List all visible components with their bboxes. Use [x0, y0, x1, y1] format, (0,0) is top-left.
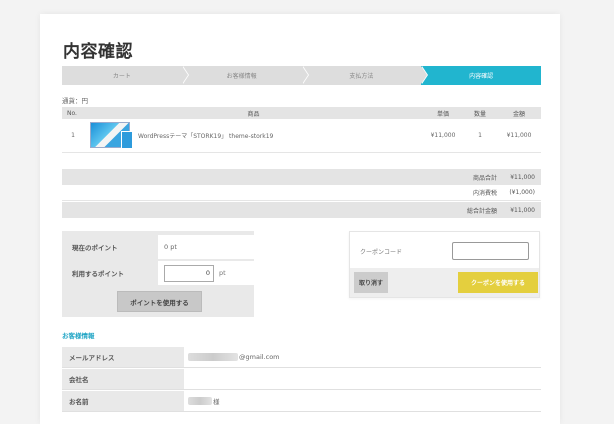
- coupon-cancel-button[interactable]: 取り消す: [354, 272, 388, 293]
- step-customer-info: お客様情報: [181, 66, 309, 85]
- tax-label: 内消費税: [472, 190, 497, 197]
- checkout-steps: カート お客様情報 支払方法 内容確認: [62, 66, 541, 85]
- customer-info-heading: お客様情報: [62, 332, 95, 340]
- total-label: 総合計金額: [466, 207, 497, 215]
- subtotal-label: 商品合計: [472, 174, 497, 182]
- step-customer-info-label: お客様情報: [226, 73, 257, 80]
- step-confirmation: 内容確認: [421, 66, 541, 85]
- header-no: No.: [62, 107, 84, 119]
- name-value: 様: [213, 398, 220, 406]
- step-confirmation-label: 内容確認: [469, 73, 494, 80]
- product-qty: 1: [463, 119, 497, 153]
- product-name: WordPressテーマ「STORK19」 theme-stork19: [136, 119, 423, 153]
- coupon-panel: クーポンコード 取り消す クーポンを使用する: [349, 231, 540, 298]
- email-label: メールアドレス: [62, 347, 184, 367]
- step-cart-label: カート: [112, 73, 131, 80]
- order-items-table: No. 商品 単価 数量 金額 1 WordPressテーマ「STORK19」 …: [62, 107, 541, 153]
- table-header-row: No. 商品 単価 数量 金額: [62, 107, 541, 119]
- redacted-text: [188, 397, 212, 405]
- company-value: [184, 369, 541, 389]
- subtotal-row: 商品合計 ¥11,000: [62, 169, 541, 185]
- use-points-row: 利用するポイント 0 pt: [62, 261, 254, 285]
- points-panel: 現在のポイント 0 pt 利用するポイント 0 pt ポイントを使用する: [62, 231, 254, 317]
- use-points-box: 0 pt: [158, 261, 254, 285]
- header-amount: 金額: [497, 107, 541, 119]
- header-product: 商品: [84, 107, 423, 119]
- product-amount: ¥11,000: [497, 119, 541, 153]
- current-points-label: 現在のポイント: [72, 244, 118, 252]
- tax-row: 内消費税 (¥1,000): [62, 185, 541, 201]
- company-label: 会社名: [62, 369, 184, 389]
- coupon-code-label: クーポンコード: [360, 249, 403, 256]
- use-points-button[interactable]: ポイントを使用する: [117, 291, 202, 312]
- row-no: 1: [62, 119, 84, 153]
- currency-label: 通貨：円: [62, 97, 88, 105]
- header-qty: 数量: [463, 107, 497, 119]
- email-value: @gmail.com: [239, 353, 280, 361]
- step-payment-method: 支払方法: [301, 66, 429, 85]
- coupon-apply-button[interactable]: クーポンを使用する: [458, 272, 538, 293]
- use-points-label: 利用するポイント: [72, 270, 124, 278]
- coupon-code-input[interactable]: [452, 242, 529, 260]
- product-price: ¥11,000: [423, 119, 463, 153]
- header-price: 単価: [423, 107, 463, 119]
- total-row: 総合計金額 ¥11,000: [62, 202, 541, 218]
- coupon-actions: 取り消す クーポンを使用する: [350, 268, 539, 297]
- use-points-input[interactable]: 0: [164, 264, 214, 282]
- name-label: お名前: [62, 391, 184, 411]
- order-confirmation-card: 内容確認 カート お客様情報 支払方法 内容確認 通貨：円 No. 商品 単価 …: [40, 14, 560, 424]
- current-points-row: 現在のポイント 0 pt: [62, 235, 254, 259]
- current-points-value: 0 pt: [158, 235, 254, 259]
- name-value-cell: 様: [184, 391, 541, 411]
- customer-name-row: お名前 様: [62, 391, 541, 412]
- use-points-unit: pt: [219, 269, 226, 277]
- step-cart: カート: [62, 66, 189, 85]
- redacted-text: [188, 353, 238, 361]
- product-thumbnail-image[interactable]: [90, 122, 133, 150]
- customer-company-row: 会社名: [62, 369, 541, 390]
- tax-value: (¥1,000): [509, 189, 535, 196]
- product-thumbnail-cell: [84, 119, 136, 153]
- step-payment-method-label: 支払方法: [349, 73, 374, 80]
- total-value: ¥11,000: [510, 206, 535, 214]
- customer-email-row: メールアドレス @gmail.com: [62, 347, 541, 368]
- subtotal-value: ¥11,000: [510, 173, 535, 181]
- table-row: 1 WordPressテーマ「STORK19」 theme-stork19 ¥1…: [62, 119, 541, 153]
- email-value-cell: @gmail.com: [184, 347, 541, 367]
- page-title: 内容確認: [63, 42, 133, 62]
